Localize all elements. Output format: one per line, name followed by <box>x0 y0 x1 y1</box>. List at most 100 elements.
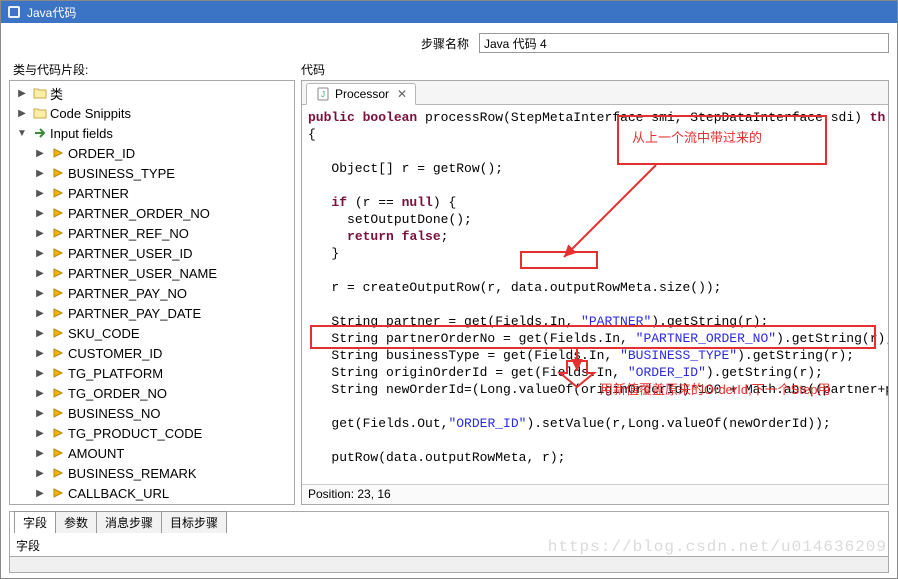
twisty-icon[interactable]: ▶ <box>32 405 48 421</box>
twisty-icon[interactable]: ▶ <box>32 165 48 181</box>
tree-item-icon <box>50 385 66 401</box>
tree-field-order_id[interactable]: ▶ORDER_ID <box>10 143 294 163</box>
tree-field-business_type[interactable]: ▶BUSINESS_TYPE <box>10 163 294 183</box>
tree-field-partner_pay_no[interactable]: ▶PARTNER_PAY_NO <box>10 283 294 303</box>
twisty-icon[interactable]: ▶ <box>32 425 48 441</box>
tree-field-partner[interactable]: ▶ PARTNER <box>10 183 294 203</box>
tab-label: Processor <box>335 87 389 101</box>
tree-field-business_remark[interactable]: ▶BUSINESS_REMARK <box>10 463 294 483</box>
tree-item-label: SKU_CODE <box>68 326 140 341</box>
tree-item-icon <box>50 425 66 441</box>
bottom-tab-2[interactable]: 消息步骤 <box>96 511 162 533</box>
window-title: Java代码 <box>27 4 76 21</box>
bottom-tab-3[interactable]: 目标步骤 <box>161 511 227 533</box>
tree-field-sku_code[interactable]: ▶ SKU_CODE <box>10 323 294 343</box>
tree-item-label: TG_ORDER_NO <box>68 386 167 401</box>
tree-field-business_no[interactable]: ▶ BUSINESS_NO <box>10 403 294 423</box>
editor-tabs: J Processor ✕ <box>302 81 888 105</box>
annotation-text-top: 从上一个流中带过来的 <box>632 127 762 146</box>
twisty-icon[interactable]: ▼ <box>14 125 30 141</box>
tree-item-label: PARTNER <box>68 186 129 201</box>
code-line[interactable]: setOutputDone(); <box>308 211 882 228</box>
code-line[interactable] <box>308 398 882 415</box>
tree-item-label: CALLBACK_URL <box>68 486 169 501</box>
tree-item-icon <box>50 145 66 161</box>
tree-field-partner_user_name[interactable]: ▶PARTNER_USER_NAME <box>10 263 294 283</box>
code-line[interactable]: return true; <box>308 483 882 484</box>
tree-node-input-fields[interactable]: ▼ Input fields <box>10 123 294 143</box>
bottom-tabs: 字段参数消息步骤目标步骤 <box>9 511 889 533</box>
twisty-icon[interactable]: ▶ <box>32 305 48 321</box>
tree-item-label: PARTNER_USER_ID <box>68 246 193 261</box>
tree-item-label: PARTNER_PAY_DATE <box>68 306 201 321</box>
tree-item-label: TG_PRODUCT_CODE <box>68 426 202 441</box>
java-file-icon: J <box>315 86 331 102</box>
step-name-label: 步骤名称 <box>421 35 469 52</box>
tree-field-tg_order_no[interactable]: ▶ TG_ORDER_NO <box>10 383 294 403</box>
code-line[interactable]: get(Fields.Out,"ORDER_ID").setValue(r,Lo… <box>308 415 882 432</box>
tree-item-label: TG_PLATFORM <box>68 366 163 381</box>
tree-field-tg_product_code[interactable]: ▶ TG_PRODUCT_CODE <box>10 423 294 443</box>
annotation-box-setvalue <box>310 325 876 349</box>
tree-item-icon <box>50 445 66 461</box>
step-name-input[interactable] <box>479 33 889 53</box>
tree-panel[interactable]: ▶类▶Code Snippits▼Input fields▶ORDER_ID▶B… <box>9 80 295 505</box>
twisty-icon[interactable]: ▶ <box>32 485 48 501</box>
svg-text:J: J <box>321 90 325 99</box>
twisty-icon[interactable]: ▶ <box>32 225 48 241</box>
tree-item-label: BUSINESS_NO <box>68 406 160 421</box>
twisty-icon[interactable]: ▶ <box>32 245 48 261</box>
twisty-icon[interactable]: ▶ <box>32 205 48 221</box>
tree-node-snippets[interactable]: ▶Code Snippits <box>10 103 294 123</box>
twisty-icon[interactable]: ▶ <box>32 385 48 401</box>
tree-item-icon <box>50 285 66 301</box>
twisty-icon[interactable]: ▶ <box>32 345 48 361</box>
bottom-section: 字段 <box>9 533 889 557</box>
twisty-icon[interactable]: ▶ <box>32 185 48 201</box>
annotation-box-partner <box>520 251 598 269</box>
tree-item-label: AMOUNT <box>68 446 124 461</box>
code-line[interactable] <box>308 296 882 313</box>
twisty-icon[interactable]: ▶ <box>32 465 48 481</box>
tree-item-icon <box>50 345 66 361</box>
pane-labels: 类与代码片段: 代码 <box>1 61 897 80</box>
tree-field-callback_url[interactable]: ▶ CALLBACK_URL <box>10 483 294 503</box>
twisty-icon[interactable]: ▶ <box>32 145 48 161</box>
twisty-icon[interactable]: ▶ <box>32 365 48 381</box>
twisty-icon[interactable]: ▶ <box>32 265 48 281</box>
tree-item-icon <box>50 485 66 501</box>
bottom-tab-0[interactable]: 字段 <box>14 511 56 533</box>
content-area: 步骤名称 类与代码片段: 代码 ▶类▶Code Snippits ▼ Input f… <box>1 23 897 578</box>
tree-item-label: Input fields <box>50 126 113 141</box>
code-line[interactable] <box>308 177 882 194</box>
code-line[interactable] <box>308 432 882 449</box>
tree-field-tg_platform[interactable]: ▶ TG_PLATFORM <box>10 363 294 383</box>
code-panel: J Processor ✕ public boolean processRow(… <box>301 80 889 505</box>
tree-field-customer_id[interactable]: ▶CUSTOMER_ID <box>10 343 294 363</box>
twisty-icon[interactable]: ▶ <box>32 325 48 341</box>
tree-field-partner_ref_no[interactable]: ▶ PARTNER_REF_NO <box>10 223 294 243</box>
code-line[interactable]: String businessType = get(Fields.In, "BU… <box>308 347 882 364</box>
bottom-scrollbar[interactable] <box>9 557 889 573</box>
code-line[interactable] <box>308 466 882 483</box>
caret-position: Position: 23, 16 <box>308 487 391 501</box>
twisty-icon[interactable]: ▶ <box>32 285 48 301</box>
tree-field-partner_pay_date[interactable]: ▶ PARTNER_PAY_DATE <box>10 303 294 323</box>
code-line[interactable]: putRow(data.outputRowMeta, r); <box>308 449 882 466</box>
tree-item-icon <box>50 185 66 201</box>
tree-field-partner_user_id[interactable]: ▶ PARTNER_USER_ID <box>10 243 294 263</box>
tree-item-icon <box>50 465 66 481</box>
twisty-icon[interactable]: ▶ <box>32 445 48 461</box>
tree-item-label: PARTNER_REF_NO <box>68 226 189 241</box>
close-icon[interactable]: ✕ <box>397 87 407 101</box>
code-line[interactable]: if (r == null) { <box>308 194 882 211</box>
bottom-tab-1[interactable]: 参数 <box>55 511 97 533</box>
tree-field-amount[interactable]: ▶ AMOUNT <box>10 443 294 463</box>
code-line[interactable]: return false; <box>308 228 882 245</box>
tree-node-classes[interactable]: ▶类 <box>10 83 294 103</box>
tree-field-partner_order_no[interactable]: ▶PARTNER_ORDER_NO <box>10 203 294 223</box>
code-line[interactable]: r = createOutputRow(r, data.outputRowMet… <box>308 279 882 296</box>
twisty-icon[interactable]: ▶ <box>14 85 30 101</box>
tab-processor[interactable]: J Processor ✕ <box>306 83 416 105</box>
twisty-icon[interactable]: ▶ <box>14 105 30 121</box>
